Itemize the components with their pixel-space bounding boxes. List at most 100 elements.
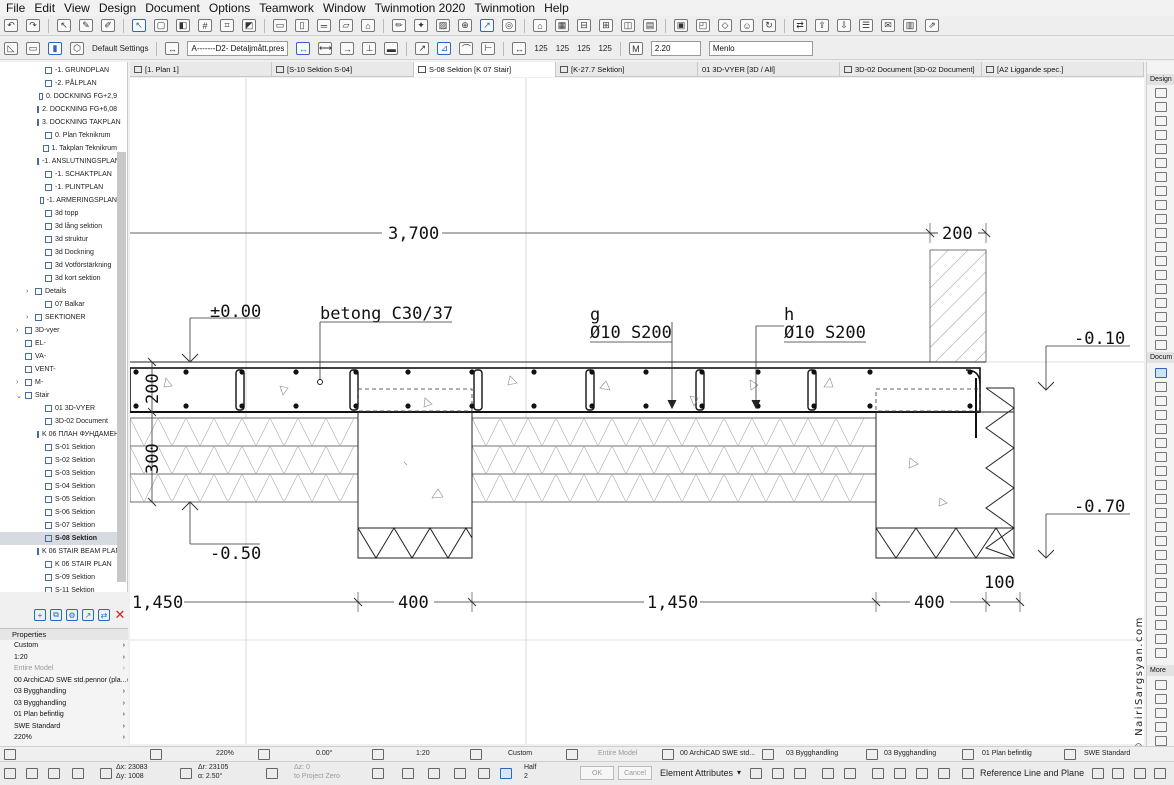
tool-icon[interactable] [1155,396,1167,406]
select-icon[interactable]: ↗ [480,19,494,32]
orbit-icon[interactable]: ↻ [762,19,776,32]
delta-angle[interactable]: α: 2.50° [198,773,222,780]
tab-k27-section[interactable]: [K-27.7 Sektion] [556,62,698,77]
scale-icon[interactable] [372,749,384,760]
navigator-item[interactable]: -1. SCHAKTPLAN [0,168,117,181]
walk-icon[interactable]: ☺ [740,19,754,32]
dimension-style-icon[interactable]: ↔ [165,42,180,55]
navigator-item[interactable]: ⌄ Stair [0,389,117,402]
delta-r[interactable]: Δr: 23105 [198,764,228,771]
camera-snapshot-icon[interactable] [872,768,884,779]
magic-icon[interactable] [478,768,490,779]
tool-icon[interactable] [1155,102,1167,112]
dim-option-d[interactable]: 125 [594,44,615,53]
navigator-item[interactable]: 01 3D-VYER [0,402,117,415]
navigator-item[interactable]: 0. Plan Teknikrum [0,129,117,142]
navigator-item[interactable]: 3. DOCKNING TAKPLAN [0,116,121,129]
navigator-item[interactable]: -1. ANSLUTNINGSPLAN [0,155,120,168]
attribute-b-icon[interactable] [772,768,784,779]
level-bottom[interactable]: -0.50 [210,544,261,564]
syringe-icon[interactable]: ✐ [101,19,115,32]
tab-3d-vyer[interactable]: 01 3D-VYER [3D / All] [698,62,840,77]
rebar-h-spec[interactable]: Ø10 S200 [784,323,866,343]
tool-icon[interactable] [1155,88,1167,98]
polar-icon[interactable] [180,768,192,779]
reference-line-dropdown[interactable]: Reference Line and Plane [980,768,1084,778]
property-row[interactable]: 220% › [0,732,128,744]
delta-z[interactable]: Δz: 0 [294,764,310,771]
section-icon[interactable]: ⊟ [577,19,591,32]
tab-s08-section[interactable]: S-08 Sektion [K 07 Stair] [414,62,556,77]
layer-combination-1[interactable]: 03 Bygghandling [786,750,838,757]
tool-icon[interactable] [1155,200,1167,210]
clone-view-icon[interactable]: ⧉ [50,609,62,621]
tool-icon[interactable] [1155,634,1167,644]
tool-icon[interactable] [1155,578,1167,588]
open-view-icon[interactable]: ↗ [82,609,94,621]
navigator-item[interactable]: 1. Takplan Teknikrum [0,142,117,155]
fill-icon[interactable]: ▨ [436,19,450,32]
properties-header[interactable]: Properties [0,629,128,640]
zoom-level[interactable]: 220% [216,750,234,757]
grid-snap-icon[interactable] [26,768,38,779]
beam-icon[interactable]: ═ [317,19,331,32]
menu-edit[interactable]: Edit [34,1,55,15]
dim-option-b[interactable]: 125 [552,44,573,53]
tool-icon[interactable] [1155,340,1167,350]
scale-value[interactable]: 1:20 [416,750,430,757]
tool-icon[interactable] [1155,592,1167,602]
property-row[interactable]: Custom › [0,640,128,652]
tool-icon[interactable] [1155,452,1167,462]
navigator-item[interactable]: 3D-02 Document [0,415,117,428]
chevron-right-icon[interactable]: › [123,688,125,695]
tool-icon[interactable] [1155,680,1167,690]
worksheet-icon[interactable]: ▤ [643,19,657,32]
pen-weight-icon[interactable] [822,768,834,779]
property-row[interactable]: 1:20 › [0,652,128,664]
snap-guide-icon[interactable] [4,768,16,779]
new-view-icon[interactable]: + [34,609,46,621]
tool-icon[interactable] [1155,438,1167,448]
menu-view[interactable]: View [64,1,90,15]
constraint-icon[interactable] [72,768,84,779]
navigator-item[interactable]: 3d Dockning [0,246,117,259]
menu-design[interactable]: Design [99,1,136,15]
expand-caret-icon[interactable]: › [16,379,24,386]
dim-bottom-1450-left[interactable]: 1,450 [132,593,183,613]
dimension-standard-icon[interactable] [1064,749,1076,760]
linear-dim-icon[interactable]: ↔ [296,42,311,55]
tool-icon[interactable] [1155,186,1167,196]
chevron-right-icon[interactable]: › [126,677,128,684]
pen-icon[interactable]: ✏ [392,19,406,32]
tool-icon[interactable] [1155,694,1167,704]
marker-icon[interactable] [916,768,928,779]
dim-end-icon[interactable]: → [340,42,355,55]
delta-y[interactable]: Δy: 1008 [116,773,144,780]
dim-fill-300[interactable]: 300 [143,443,163,474]
rotate-icon[interactable] [1134,768,1146,779]
property-row[interactable]: 00 ArchiCAD SWE std.pennor (pla...› [0,675,128,687]
chevron-right-icon[interactable]: › [123,700,125,707]
menu-document[interactable]: Document [145,1,200,15]
menu-twinmotion-2020[interactable]: Twinmotion 2020 [375,1,466,15]
undo-zoom-icon[interactable] [4,749,16,760]
navigator-item[interactable]: 3d kort sektion [0,272,117,285]
dim-bottom-400-left[interactable]: 400 [398,593,429,613]
toolbox-more-label[interactable]: More [1147,665,1174,676]
snap-icon[interactable]: ⌗ [220,19,234,32]
navigator-item[interactable]: › M- [0,376,117,389]
mirror-icon[interactable] [1112,768,1124,779]
tab-plan-1[interactable]: [1. Plan 1] [130,62,272,77]
tool-icon[interactable] [1155,158,1167,168]
view-angle[interactable]: 0.00° [316,750,332,757]
magic-wand-icon[interactable]: ✦ [414,19,428,32]
navigator-item[interactable]: S-08 Sektion [0,532,117,545]
font-select[interactable]: Menlo [708,41,813,56]
image-icon[interactable]: ▣ [674,19,688,32]
navigator-item[interactable]: S-06 Sektion [0,506,117,519]
polygon-method-icon[interactable]: ⬡ [70,42,84,55]
special-snap-icon[interactable] [500,768,512,779]
level-right-bottom[interactable]: -0.70 [1074,497,1125,517]
chevron-right-icon[interactable]: › [123,711,125,718]
level-top[interactable]: ±0.00 [210,302,261,322]
